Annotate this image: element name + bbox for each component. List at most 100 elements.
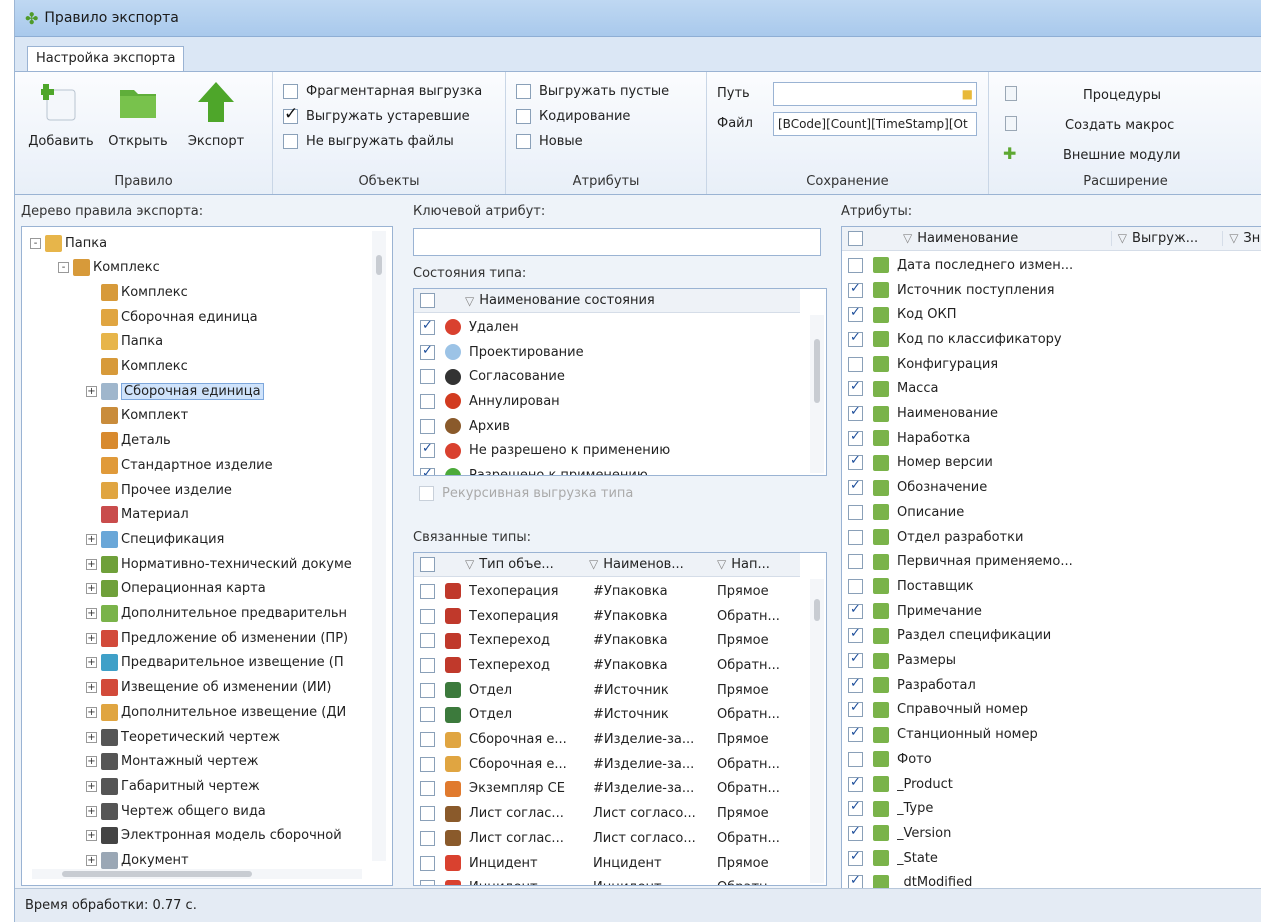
linked-row[interactable]: Техпереход #Упаковка Прямое — [420, 628, 797, 653]
attribute-checkbox[interactable] — [848, 429, 863, 446]
attribute-row[interactable]: Конфигурация — [848, 352, 1258, 377]
attribute-checkbox[interactable] — [848, 602, 863, 619]
state-row[interactable]: Проектирование — [420, 340, 584, 365]
attribute-row[interactable]: _Version — [848, 821, 1258, 846]
linked-row[interactable]: Техоперация #Упаковка Обратн... — [420, 604, 797, 629]
export-button[interactable]: Экспорт — [181, 80, 251, 149]
linked-checkbox[interactable] — [420, 732, 435, 748]
linked-row[interactable]: Лист соглас... Лист согласо... Прямое — [420, 801, 797, 826]
attribute-row[interactable]: Источник поступления — [848, 278, 1258, 303]
expander-icon[interactable]: + — [86, 855, 97, 866]
tree-item[interactable]: Прочее изделие — [86, 478, 232, 502]
linked-col-name[interactable]: ▽ Наименов... — [589, 557, 717, 572]
state-row[interactable]: Разрешено к применению — [420, 463, 648, 475]
path-input[interactable]: ■ — [773, 82, 977, 106]
tree-hscroll[interactable] — [32, 869, 362, 879]
expander-icon[interactable]: + — [86, 805, 97, 817]
state-row[interactable]: Архив — [420, 414, 510, 439]
attrs-col-export[interactable]: ▽ Выгруж... — [1112, 231, 1224, 246]
attribute-checkbox[interactable] — [848, 626, 863, 644]
attribute-checkbox[interactable] — [848, 356, 863, 372]
attribute-row[interactable]: Примечание — [848, 599, 1258, 624]
linked-row[interactable]: Техпереход #Упаковка Обратн... — [420, 653, 797, 678]
expander-icon[interactable]: + — [86, 632, 97, 644]
tree-item[interactable]: + Документ — [86, 849, 189, 873]
new-checkbox[interactable] — [516, 134, 531, 149]
attribute-checkbox[interactable] — [848, 478, 863, 496]
tree-item[interactable]: Комплекс — [86, 355, 188, 379]
tree-item[interactable]: + Предварительное извещение (П — [86, 651, 344, 675]
tree-item[interactable]: + Предложение об изменении (ПР) — [86, 626, 348, 650]
expander-icon[interactable]: + — [86, 706, 97, 718]
browse-folder-icon[interactable]: ■ — [962, 83, 973, 105]
filter-icon[interactable]: ▽ — [465, 294, 474, 308]
export-empty-checkbox[interactable] — [516, 84, 531, 99]
open-button[interactable]: Открыть — [103, 80, 173, 149]
attribute-checkbox[interactable] — [848, 849, 863, 866]
expander-icon[interactable]: + — [86, 830, 97, 842]
key-attr-input[interactable] — [413, 228, 821, 256]
filter-icon[interactable]: ▽ — [589, 557, 598, 572]
expander-icon[interactable]: - — [30, 237, 41, 249]
state-checkbox[interactable] — [420, 393, 435, 409]
attrs-select-all[interactable] — [848, 231, 863, 246]
expander-icon[interactable]: + — [86, 608, 97, 619]
tree-item[interactable]: + Электронная модель сборочной — [86, 824, 342, 848]
linked-checkbox[interactable] — [420, 781, 435, 797]
linked-row[interactable]: Техоперация #Упаковка Прямое — [420, 579, 797, 604]
linked-select-all[interactable] — [420, 557, 435, 572]
state-checkbox[interactable] — [420, 318, 435, 335]
attribute-checkbox[interactable] — [848, 330, 863, 347]
linked-checkbox[interactable] — [420, 880, 435, 885]
attribute-checkbox[interactable] — [848, 799, 863, 817]
tree-item[interactable]: - Папка — [30, 231, 107, 255]
attribute-row[interactable]: Первичная применяемо... — [848, 549, 1258, 574]
linked-row[interactable]: Сборочная е... #Изделие-за... Обратн... — [420, 752, 797, 777]
recursive-export-option[interactable]: Рекурсивная выгрузка типа — [419, 486, 633, 501]
expander-icon[interactable]: + — [86, 657, 97, 669]
attribute-row[interactable]: Обозначение — [848, 475, 1258, 500]
state-row[interactable]: Аннулирован — [420, 389, 560, 414]
linked-checkbox[interactable] — [420, 608, 435, 624]
tree-item[interactable]: Деталь — [86, 429, 171, 453]
export-obsolete-option[interactable]: Выгружать устаревшие — [283, 104, 470, 124]
attribute-row[interactable]: Поставщик — [848, 574, 1258, 599]
expander-icon[interactable]: - — [58, 262, 69, 274]
linked-checkbox[interactable] — [420, 806, 435, 822]
attribute-row[interactable]: Раздел спецификации — [848, 624, 1258, 649]
filter-icon[interactable]: ▽ — [717, 557, 726, 572]
attribute-row[interactable]: Масса — [848, 377, 1258, 402]
attribute-row[interactable]: Наименование — [848, 401, 1258, 426]
attribute-checkbox[interactable] — [848, 578, 863, 594]
attribute-checkbox[interactable] — [848, 651, 863, 669]
state-checkbox[interactable] — [420, 466, 435, 475]
external-modules-button[interactable]: Внешние модули — [1063, 148, 1181, 163]
attribute-checkbox[interactable] — [848, 676, 863, 693]
linked-checkbox[interactable] — [420, 583, 435, 599]
expander-icon[interactable]: + — [86, 682, 97, 694]
tree-item[interactable]: + Нормативно-технический докуме — [86, 552, 352, 576]
states-vscroll[interactable] — [810, 315, 824, 473]
tree-item[interactable]: Сборочная единица — [86, 305, 258, 329]
tree-item[interactable]: Материал — [86, 503, 189, 527]
attribute-row[interactable]: _Product — [848, 772, 1258, 797]
expander-icon[interactable]: + — [86, 558, 97, 570]
state-checkbox[interactable] — [420, 343, 435, 360]
linked-checkbox[interactable] — [420, 830, 435, 846]
expander-icon[interactable]: + — [86, 731, 97, 743]
linked-row[interactable]: Экземпляр СЕ #Изделие-за... Обратн... — [420, 777, 797, 802]
tree-item[interactable]: + Теоретический чертеж — [86, 725, 280, 749]
linked-row[interactable]: Отдел #Источник Прямое — [420, 678, 797, 703]
tree-item[interactable]: + Чертеж общего вида — [86, 799, 266, 823]
new-option[interactable]: Новые — [516, 134, 583, 149]
tree-vscroll-thumb[interactable] — [376, 255, 382, 275]
attributes-grid[interactable]: ▽ Наименование ▽ Выгруж... ▽ Зна Дата после… — [841, 226, 1261, 890]
linked-row[interactable]: Отдел #Источник Обратн... — [420, 703, 797, 728]
attribute-row[interactable]: Код ОКП — [848, 302, 1258, 327]
tree-item[interactable]: Комплекс — [86, 280, 188, 304]
attribute-row[interactable]: Справочный номер — [848, 698, 1258, 723]
expander-icon[interactable]: + — [86, 583, 97, 595]
attribute-row[interactable]: Станционный номер — [848, 722, 1258, 747]
linked-checkbox[interactable] — [420, 855, 435, 871]
attrs-col-name[interactable]: ▽ Наименование — [903, 231, 1112, 246]
